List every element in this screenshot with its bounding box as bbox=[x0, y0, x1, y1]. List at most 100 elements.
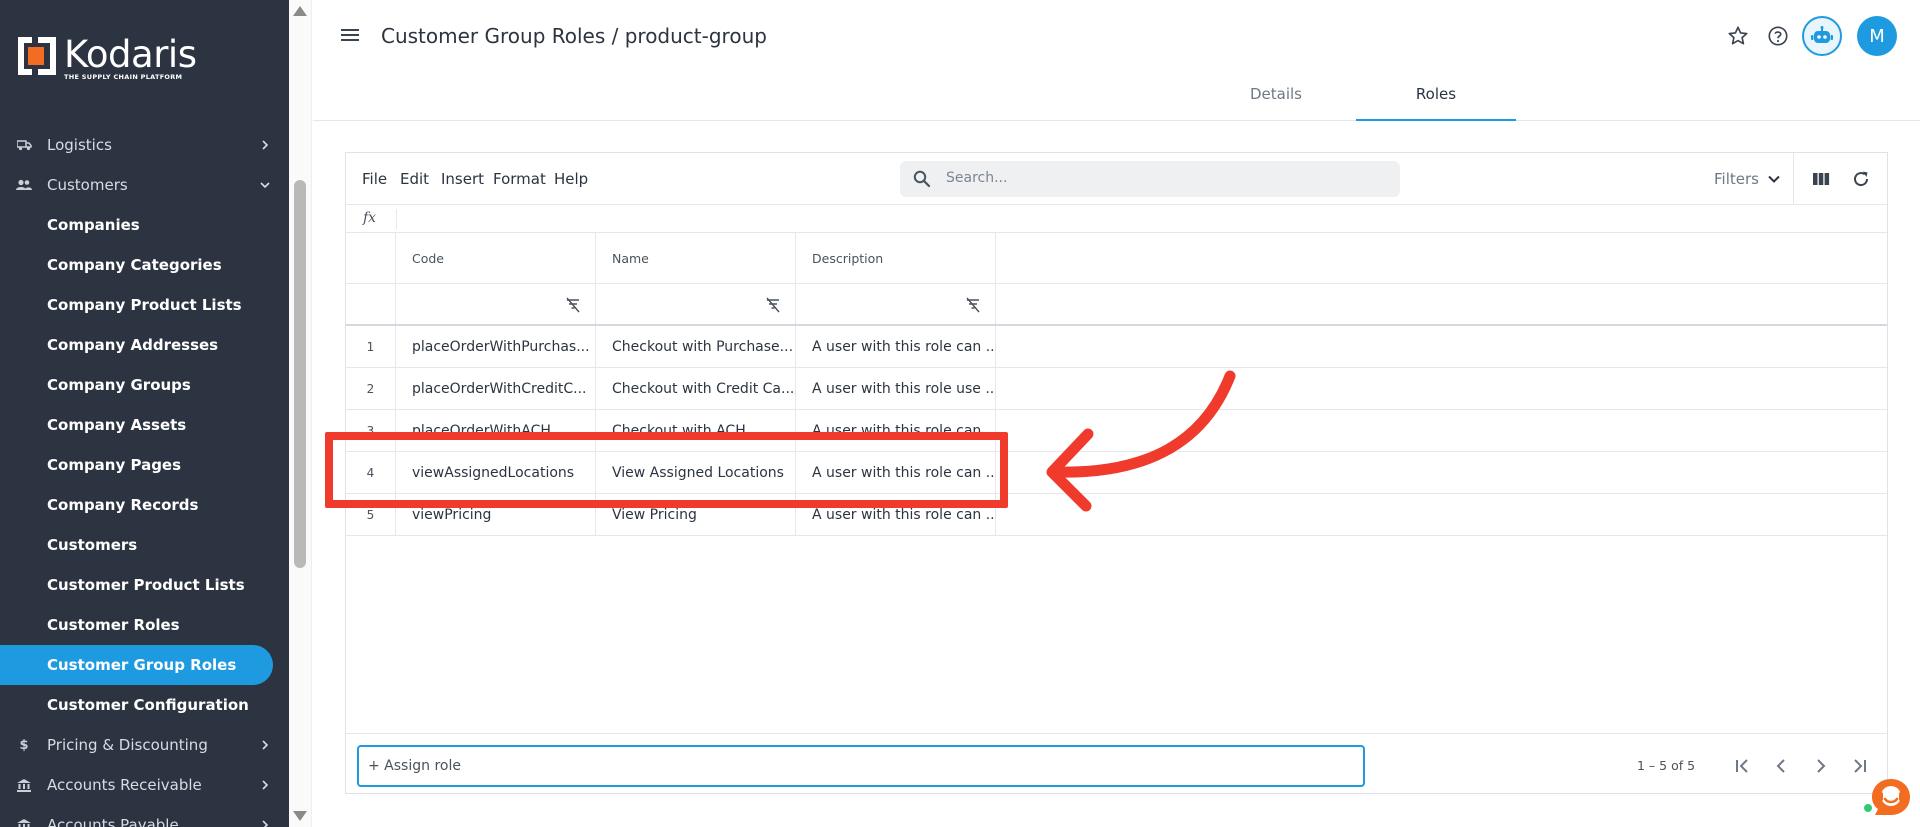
tab-details[interactable]: Details bbox=[1196, 78, 1356, 121]
star-icon[interactable] bbox=[1724, 22, 1752, 50]
cell-name[interactable]: View Pricing bbox=[596, 494, 796, 535]
chevron-right-icon bbox=[258, 818, 272, 827]
row-number: 4 bbox=[346, 452, 396, 493]
refresh-icon[interactable] bbox=[1851, 169, 1871, 189]
sidebar-item-company-product-lists[interactable]: Company Product Lists bbox=[0, 285, 289, 325]
scrollbar-thumb[interactable] bbox=[294, 180, 306, 568]
sidebar-section-label: Customers bbox=[47, 176, 128, 194]
sidebar-section-label: Accounts Payable bbox=[47, 816, 179, 827]
sidebar-item-customer-group-roles[interactable]: Customer Group Roles bbox=[0, 645, 273, 685]
cell-code[interactable]: placeOrderWithCreditC... bbox=[396, 368, 596, 409]
cell-description[interactable]: A user with this role can ... bbox=[796, 494, 996, 535]
column-header-description[interactable]: Description bbox=[796, 233, 996, 283]
last-page-icon[interactable] bbox=[1849, 755, 1871, 777]
sidebar-item-customers[interactable]: Customers bbox=[0, 525, 289, 565]
brand-name: Kodaris bbox=[64, 33, 197, 76]
bank-icon bbox=[16, 817, 32, 827]
assign-role-input[interactable]: + Assign role bbox=[357, 745, 1365, 787]
roles-grid-panel: File Edit Insert Format Help Search... F… bbox=[345, 152, 1888, 794]
filters-dropdown[interactable]: Filters bbox=[1714, 170, 1781, 188]
scroll-down-arrow-icon[interactable] bbox=[293, 811, 307, 821]
cell-description[interactable]: A user with this role can ... bbox=[796, 452, 996, 493]
user-avatar[interactable]: M bbox=[1857, 16, 1897, 56]
ai-assistant-robot-icon[interactable] bbox=[1802, 16, 1842, 56]
table-row[interactable]: 2 placeOrderWithCreditC... Checkout with… bbox=[346, 368, 1887, 410]
cell-description[interactable]: A user with this role can ... bbox=[796, 410, 996, 451]
chevron-down-icon bbox=[1767, 172, 1781, 186]
cell-code[interactable]: placeOrderWithACH bbox=[396, 410, 596, 451]
kodaris-logo[interactable]: Kodaris THE SUPPLY CHAIN PLATFORM bbox=[16, 35, 197, 81]
menu-file[interactable]: File bbox=[362, 170, 387, 188]
grid-toolbar: File Edit Insert Format Help Search... F… bbox=[346, 153, 1887, 205]
kodaris-logo-icon bbox=[16, 35, 58, 77]
table-row[interactable]: 5 viewPricing View Pricing A user with t… bbox=[346, 494, 1887, 536]
cell-code[interactable]: viewAssignedLocations bbox=[396, 452, 596, 493]
column-filter-name[interactable] bbox=[596, 284, 796, 324]
sidebar-section-logistics[interactable]: Logistics bbox=[0, 125, 289, 165]
sidebar-item-customer-roles[interactable]: Customer Roles bbox=[0, 605, 289, 645]
sidebar-scrollbar[interactable] bbox=[289, 0, 312, 827]
table-row[interactable]: 1 placeOrderWithPurchas... Checkout with… bbox=[346, 326, 1887, 368]
sidebar-item-label: Customer Configuration bbox=[47, 696, 249, 714]
cell-code[interactable]: viewPricing bbox=[396, 494, 596, 535]
cell-description[interactable]: A user with this role use ... bbox=[796, 368, 996, 409]
hamburger-menu-icon[interactable] bbox=[339, 26, 361, 48]
tab-roles[interactable]: Roles bbox=[1356, 78, 1516, 121]
filter-off-icon[interactable] bbox=[765, 297, 781, 313]
sidebar-section-pricing[interactable]: $ Pricing & Discounting bbox=[0, 725, 289, 765]
cell-code[interactable]: placeOrderWithPurchas... bbox=[396, 326, 596, 367]
column-header-name[interactable]: Name bbox=[596, 233, 796, 283]
formula-separator bbox=[396, 209, 397, 229]
sidebar-item-label: Companies bbox=[47, 216, 140, 234]
scroll-up-arrow-icon[interactable] bbox=[293, 6, 307, 16]
column-header-code[interactable]: Code bbox=[396, 233, 596, 283]
dollar-icon: $ bbox=[19, 737, 29, 753]
menu-help[interactable]: Help bbox=[554, 170, 588, 188]
menu-edit[interactable]: Edit bbox=[400, 170, 429, 188]
filter-off-icon[interactable] bbox=[565, 297, 581, 313]
columns-icon[interactable] bbox=[1811, 169, 1831, 189]
online-status-dot bbox=[1862, 802, 1874, 814]
sidebar-item-company-assets[interactable]: Company Assets bbox=[0, 405, 289, 445]
search-input[interactable]: Search... bbox=[900, 161, 1400, 197]
cell-name[interactable]: Checkout with Purchase... bbox=[596, 326, 796, 367]
brand-tagline: THE SUPPLY CHAIN PLATFORM bbox=[64, 73, 183, 81]
help-icon[interactable] bbox=[1764, 22, 1792, 50]
sidebar-item-label: Company Groups bbox=[47, 376, 191, 394]
sidebar-item-customer-configuration[interactable]: Customer Configuration bbox=[0, 685, 289, 725]
cell-name[interactable]: View Assigned Locations bbox=[596, 452, 796, 493]
next-page-icon[interactable] bbox=[1810, 755, 1832, 777]
sidebar-item-label: Company Assets bbox=[47, 416, 187, 434]
sidebar-item-label: Company Pages bbox=[47, 456, 182, 474]
page-title: Customer Group Roles / product-group bbox=[381, 24, 767, 48]
sidebar-item-customer-product-lists[interactable]: Customer Product Lists bbox=[0, 565, 289, 605]
search-icon bbox=[913, 170, 931, 188]
column-filter-code[interactable] bbox=[396, 284, 596, 324]
sidebar-section-accounts-receivable[interactable]: Accounts Receivable bbox=[0, 765, 289, 805]
menu-insert[interactable]: Insert bbox=[441, 170, 484, 188]
cell-name[interactable]: Checkout with Credit Ca... bbox=[596, 368, 796, 409]
sidebar-section-label: Pricing & Discounting bbox=[47, 736, 208, 754]
menu-format[interactable]: Format bbox=[493, 170, 546, 188]
chevron-right-icon bbox=[258, 778, 272, 792]
first-page-icon[interactable] bbox=[1731, 755, 1753, 777]
pagination-range: 1 – 5 of 5 bbox=[1637, 758, 1696, 773]
sidebar-item-company-groups[interactable]: Company Groups bbox=[0, 365, 289, 405]
table-row[interactable]: 3 placeOrderWithACH Checkout with ACH A … bbox=[346, 410, 1887, 452]
sidebar-section-customers[interactable]: Customers bbox=[0, 165, 289, 205]
formula-bar[interactable]: fx bbox=[346, 205, 1887, 233]
sidebar-item-company-categories[interactable]: Company Categories bbox=[0, 245, 289, 285]
sidebar-section-accounts-payable[interactable]: Accounts Payable bbox=[0, 805, 289, 827]
sidebar-item-company-records[interactable]: Company Records bbox=[0, 485, 289, 525]
previous-page-icon[interactable] bbox=[1770, 755, 1792, 777]
column-filter-description[interactable] bbox=[796, 284, 996, 324]
table-row-highlighted[interactable]: 4 viewAssignedLocations View Assigned Lo… bbox=[346, 452, 1887, 494]
filter-off-icon[interactable] bbox=[965, 297, 981, 313]
sidebar-item-companies[interactable]: Companies bbox=[0, 205, 289, 245]
sidebar-item-company-addresses[interactable]: Company Addresses bbox=[0, 325, 289, 365]
chevron-down-icon bbox=[258, 178, 272, 192]
cell-description[interactable]: A user with this role can ... bbox=[796, 326, 996, 367]
sidebar-item-company-pages[interactable]: Company Pages bbox=[0, 445, 289, 485]
chat-support-icon[interactable] bbox=[1869, 776, 1913, 820]
cell-name[interactable]: Checkout with ACH bbox=[596, 410, 796, 451]
